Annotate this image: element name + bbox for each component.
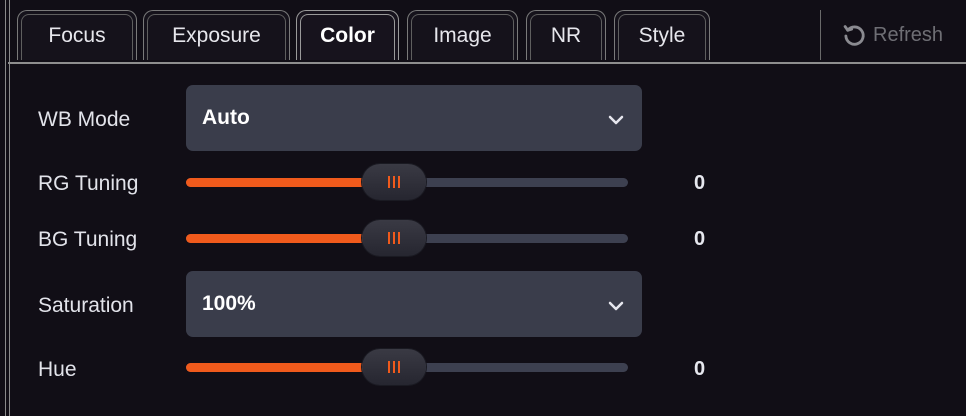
saturation-value: 100% [202,292,256,315]
hue-slider[interactable] [186,349,628,385]
hue-label: Hue [38,358,77,381]
tab-label: Image [433,23,492,47]
tab-label: Style [638,23,686,47]
hue-value: 0 [694,358,706,380]
tab-style[interactable]: Style [614,10,710,60]
bg-tuning-value: 0 [694,228,706,250]
wb-mode-select[interactable]: Auto [186,85,642,151]
tab-label: Exposure [172,23,261,47]
saturation-select[interactable]: 100% [186,271,642,337]
refresh-label: Refresh [873,23,944,46]
tab-label: Focus [48,23,106,47]
saturation-label: Saturation [38,294,134,317]
camera-settings-panel: Focus Exposure Color Image NR Style Refr… [0,0,966,416]
tab-label: Color [320,23,375,47]
settings-tab-bar: Focus Exposure Color Image NR Style Refr… [12,6,966,62]
tab-focus[interactable]: Focus [17,10,137,60]
tab-exposure[interactable]: Exposure [143,10,290,60]
refresh-button[interactable]: Refresh [820,10,966,60]
tab-label: NR [550,23,582,47]
tab-color[interactable]: Color [296,10,399,60]
slider-handle[interactable] [362,220,426,256]
wb-mode-label: WB Mode [38,108,131,131]
slider-handle[interactable] [362,164,426,200]
chevron-down-icon [608,115,624,125]
bg-tuning-label: BG Tuning [38,228,138,251]
tab-nr[interactable]: NR [526,10,606,60]
slider-handle[interactable] [362,349,426,385]
tab-image[interactable]: Image [407,10,518,60]
tab-divider [8,62,966,64]
bg-tuning-slider[interactable] [186,220,628,256]
rg-tuning-label: RG Tuning [38,172,139,195]
rg-tuning-value: 0 [694,172,706,194]
chevron-down-icon [608,301,624,311]
refresh-icon [843,25,865,46]
wb-mode-value: Auto [202,106,250,129]
rg-tuning-slider[interactable] [186,164,628,200]
